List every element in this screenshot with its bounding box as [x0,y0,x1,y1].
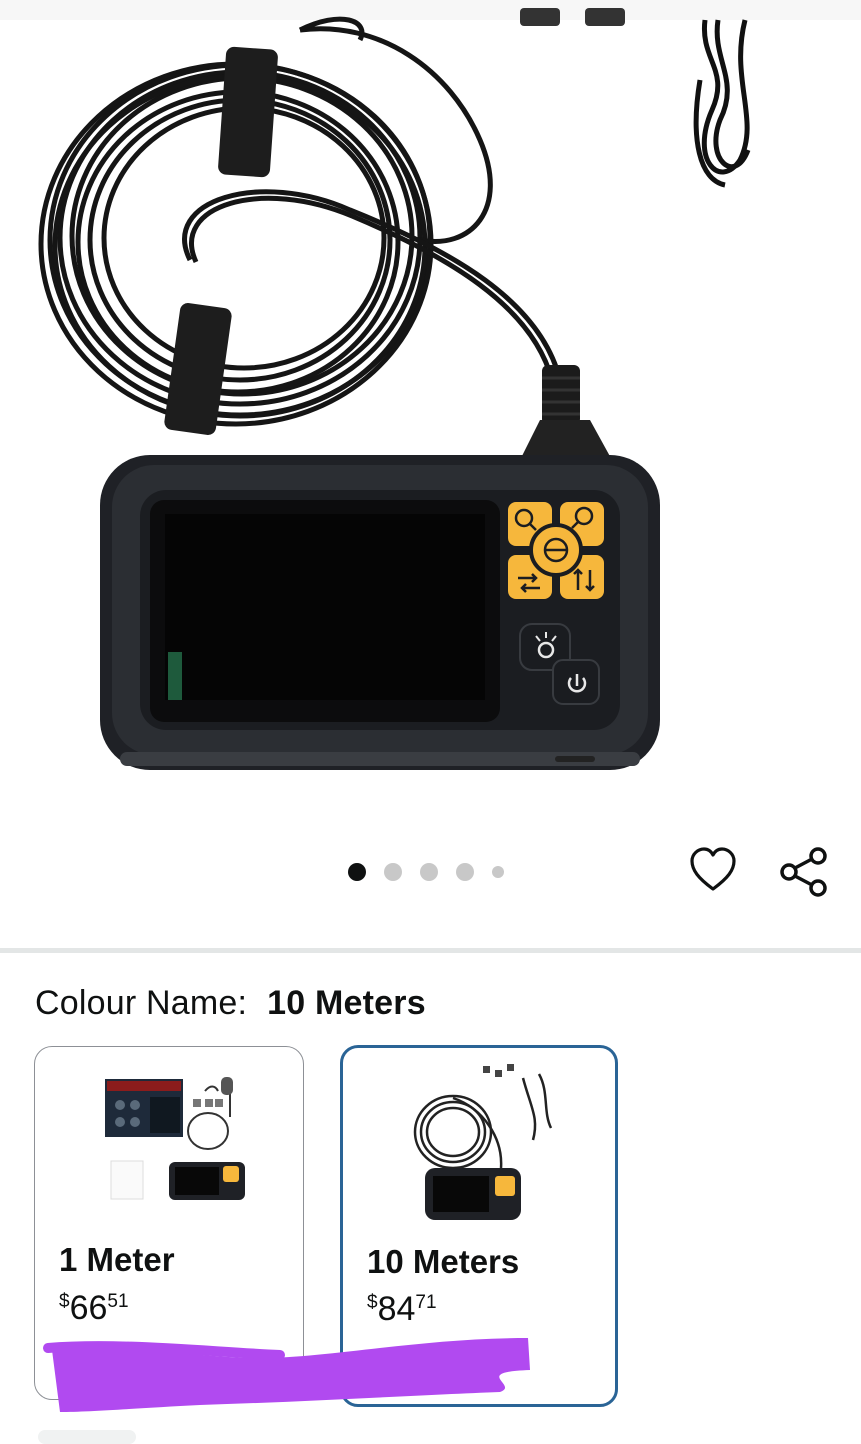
price-fraction: 71 [415,1292,437,1313]
variation-option-1-meter[interactable]: 1 Meter $6651 [34,1046,304,1400]
price-whole: 66 [69,1289,108,1327]
pagination-dot[interactable] [492,866,504,878]
pagination-dot[interactable] [420,863,438,881]
pagination-dot[interactable] [456,863,474,881]
heart-icon[interactable] [688,846,738,896]
option-price: $6651 [59,1289,129,1328]
pagination-dot[interactable] [348,863,366,881]
price-symbol: $ [367,1292,378,1313]
product-image[interactable] [0,0,861,948]
option-price: $8471 [367,1290,437,1329]
variation-label: Colour Name: 10 Meters [35,984,426,1023]
price-whole: 84 [377,1290,416,1328]
variation-selected-value: 10 Meters [267,984,426,1022]
option-title: 1 Meter [59,1241,175,1278]
bottom-scroll-hint [38,1430,136,1444]
option-thumbnail [413,1064,553,1220]
option-title: 10 Meters [367,1243,520,1280]
option-thumbnail [105,1077,245,1200]
variation-label-text: Colour Name: [35,984,248,1022]
price-symbol: $ [59,1291,70,1312]
image-pagination-dots[interactable] [348,860,504,884]
price-fraction: 51 [107,1291,129,1312]
pagination-dot[interactable] [384,863,402,881]
product-image-gallery[interactable] [0,0,861,948]
share-icon[interactable] [778,846,830,898]
variation-option-10-meters[interactable]: 10 Meters $8471 [340,1045,618,1407]
section-divider [0,948,861,953]
